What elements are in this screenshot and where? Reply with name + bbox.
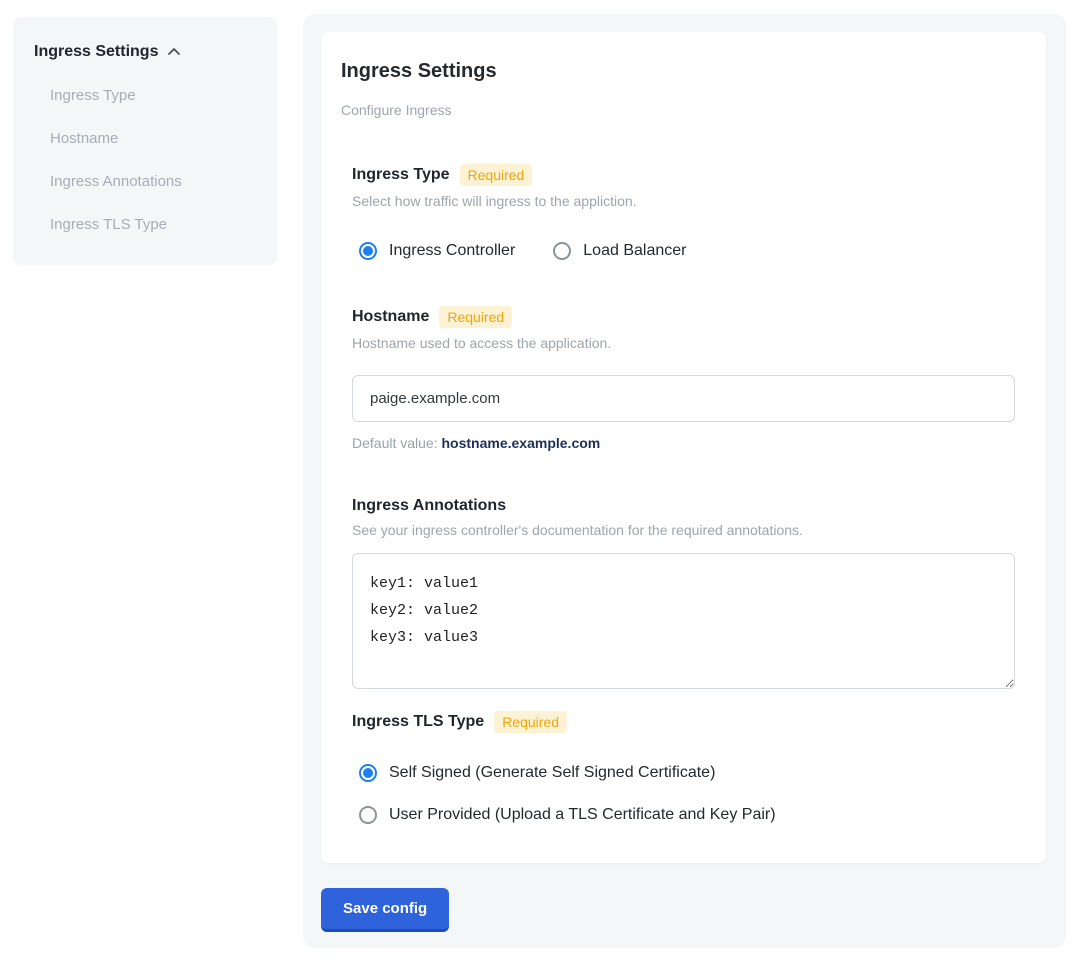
ingress-annotations-label: Ingress Annotations [352, 497, 506, 515]
ingress-tls-radio-group: Self Signed (Generate Self Signed Certif… [359, 764, 1015, 824]
sidebar-group-ingress-settings[interactable]: Ingress Settings [33, 43, 257, 61]
sidebar-item-ingress-type[interactable]: Ingress Type [50, 87, 257, 104]
ingress-tls-type-label: Ingress TLS Type [352, 713, 484, 731]
required-badge: Required [439, 306, 512, 328]
sidebar-item-hostname[interactable]: Hostname [50, 130, 257, 147]
radio-selected-icon[interactable] [359, 242, 377, 260]
ingress-annotations-description: See your ingress controller's documentat… [352, 522, 1015, 538]
save-config-button[interactable]: Save config [321, 888, 449, 932]
sidebar-group-title: Ingress Settings [34, 43, 158, 61]
section-ingress-annotations: Ingress Annotations See your ingress con… [352, 497, 1015, 689]
section-ingress-type: Ingress Type Required Select how traffic… [352, 164, 1015, 260]
hostname-input[interactable] [352, 375, 1015, 422]
ingress-settings-card: Ingress Settings Configure Ingress Ingre… [321, 32, 1046, 863]
hostname-label: Hostname [352, 308, 429, 326]
hostname-description: Hostname used to access the application. [352, 335, 1015, 351]
sidebar-item-ingress-tls-type[interactable]: Ingress TLS Type [50, 216, 257, 233]
page-subtitle: Configure Ingress [341, 102, 1015, 118]
ingress-type-radio-group: Ingress Controller Load Balancer [359, 242, 1015, 260]
radio-self-signed[interactable]: Self Signed (Generate Self Signed Certif… [359, 764, 1015, 782]
radio-unselected-icon[interactable] [359, 806, 377, 824]
section-ingress-tls-type: Ingress TLS Type Required Self Signed (G… [352, 711, 1015, 824]
radio-selected-icon[interactable] [359, 764, 377, 782]
radio-user-provided[interactable]: User Provided (Upload a TLS Certificate … [359, 806, 1015, 824]
sidebar-item-ingress-annotations[interactable]: Ingress Annotations [50, 173, 257, 190]
ingress-type-description: Select how traffic will ingress to the a… [352, 193, 1015, 209]
radio-load-balancer[interactable]: Load Balancer [553, 242, 686, 260]
page-title: Ingress Settings [341, 60, 1015, 83]
chevron-up-icon [166, 44, 182, 60]
ingress-type-label: Ingress Type [352, 166, 450, 184]
required-badge: Required [494, 711, 567, 733]
ingress-annotations-textarea[interactable]: key1: value1 key2: value2 key3: value3 [352, 553, 1015, 689]
config-panel: Ingress Settings Configure Ingress Ingre… [303, 14, 1066, 948]
section-hostname: Hostname Required Hostname used to acces… [352, 306, 1015, 451]
radio-ingress-controller[interactable]: Ingress Controller [359, 242, 515, 260]
sidebar-item-list: Ingress Type Hostname Ingress Annotation… [50, 87, 257, 233]
settings-sidebar: Ingress Settings Ingress Type Hostname I… [13, 17, 277, 265]
required-badge: Required [460, 164, 533, 186]
hostname-default-value: Default value: hostname.example.com [352, 435, 1015, 451]
radio-unselected-icon[interactable] [553, 242, 571, 260]
